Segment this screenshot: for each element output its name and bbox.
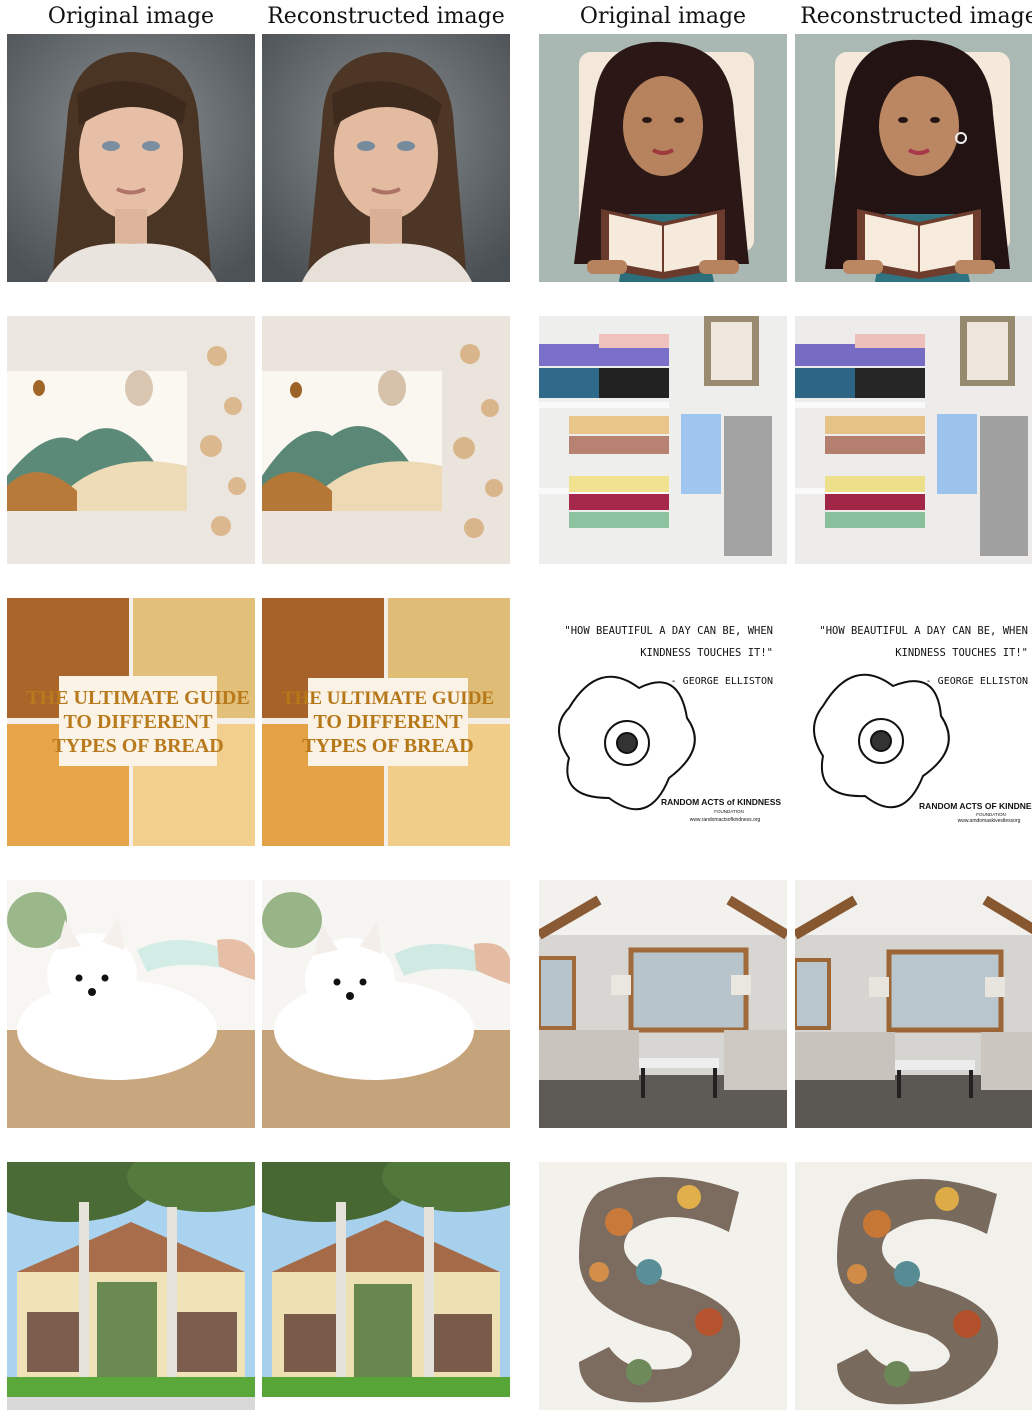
dog-grooming-reconstructed [262, 880, 510, 1128]
org-name: RANDOM ACTS of KINDNESS [661, 797, 781, 807]
living-room-reconstructed [795, 880, 1032, 1128]
header-right-original: Original image [579, 4, 747, 29]
org-name-reconstructed: RANDOM ACTS OF KINDNESS [919, 801, 1032, 811]
portrait-original [7, 34, 255, 282]
kindness-quote-original: "HOW BEAUTIFUL A DAY CAN BE, WHEN KINDNE… [539, 598, 787, 846]
bread-guide-reconstructed: THE ULTIMATE GUIDE TO DIFFERENT TYPES OF… [262, 598, 510, 846]
bread-banner-line2: TO DIFFERENT [63, 711, 213, 733]
bread-guide-original: THE ULTIMATE GUIDE TO DIFFERENT TYPES OF… [7, 598, 255, 846]
house-reconstructed [262, 1162, 510, 1410]
header-left-reconstructed: Reconstructed image [267, 4, 505, 29]
quote-line1-reconstructed: "HOW BEAUTIFUL A DAY CAN BE, WHEN [819, 625, 1028, 637]
bread-banner-line3: TYPES OF BREAD [52, 735, 224, 757]
bread-banner-line1-reconstructed: THE ULTIMATE GUIDE [282, 688, 494, 709]
towels-original [539, 316, 787, 564]
org-url: www.randomactsofkindness.org [690, 817, 761, 823]
portrait-reconstructed [262, 34, 510, 282]
towels-reconstructed [795, 316, 1032, 564]
stone-letter-original [539, 1162, 787, 1410]
bread-banner-line3-reconstructed: TYPES OF BREAD [302, 735, 474, 757]
quote-line1: "HOW BEAUTIFUL A DAY CAN BE, WHEN [564, 625, 773, 637]
reader-illustration-original [539, 34, 787, 282]
kindness-quote-reconstructed: "HOW BEAUTIFUL A DAY CAN BE, WHEN KINDNE… [795, 598, 1032, 846]
org-url-reconstructed: www.amdomaskivestlessorg [958, 818, 1021, 824]
org-sub-reconstructed: FOUNDATION [976, 812, 1005, 817]
quote-line2-reconstructed: KINDNESS TOUCHES IT!" [895, 647, 1028, 659]
header-left-original: Original image [47, 4, 215, 29]
bread-banner-line1: THE ULTIMATE GUIDE [26, 687, 249, 709]
greeting-card-original [7, 316, 255, 564]
quote-line2: KINDNESS TOUCHES IT!" [640, 647, 773, 659]
stone-letter-reconstructed [795, 1162, 1032, 1410]
dog-grooming-original [7, 880, 255, 1128]
greeting-card-reconstructed [262, 316, 510, 564]
quote-author-reconstructed: - GEORGE ELLISTON [926, 676, 1028, 687]
house-original [7, 1162, 255, 1410]
org-sub: FOUNDATION [714, 809, 743, 814]
header-right-reconstructed: Reconstructed image [800, 4, 1032, 29]
living-room-original [539, 880, 787, 1128]
reader-illustration-reconstructed [795, 34, 1032, 282]
bread-banner-line2-reconstructed: TO DIFFERENT [313, 711, 463, 733]
quote-author: - GEORGE ELLISTON [671, 676, 773, 687]
